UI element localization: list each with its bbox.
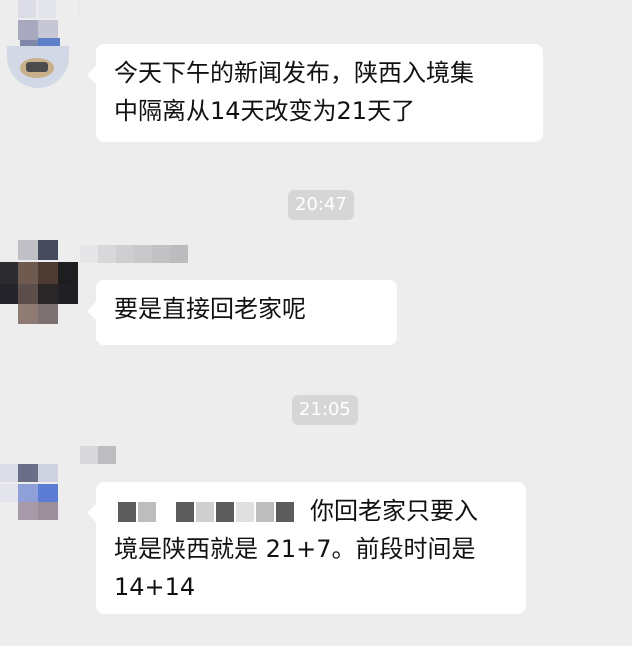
message-text: 你回老家只要入	[310, 497, 478, 525]
timestamp: 20:47	[288, 190, 354, 220]
message-text: 今天下午的新闻发布，陕西入境集	[114, 59, 474, 87]
sender-name	[80, 245, 188, 263]
mention-mosaic	[114, 502, 304, 522]
message-text: 14+14	[114, 573, 196, 601]
message-bubble[interactable]: 要是直接回老家呢	[87, 280, 397, 345]
avatar[interactable]	[0, 240, 80, 330]
message-text: 境是陕西就是 21+7。前段时间是	[114, 535, 476, 563]
message-text: 要是直接回老家呢	[114, 295, 306, 323]
avatar[interactable]	[0, 0, 80, 95]
avatar[interactable]	[0, 442, 80, 522]
message-bubble[interactable]: 你回老家只要入 境是陕西就是 21+7。前段时间是 14+14	[87, 482, 526, 614]
sender-name	[80, 446, 116, 464]
timestamp: 21:05	[292, 395, 358, 425]
message-text: 中隔离从14天改变为21天了	[114, 97, 416, 125]
message-line: 你回老家只要入	[114, 492, 508, 530]
message-bubble[interactable]: 今天下午的新闻发布，陕西入境集 中隔离从14天改变为21天了	[87, 44, 543, 142]
